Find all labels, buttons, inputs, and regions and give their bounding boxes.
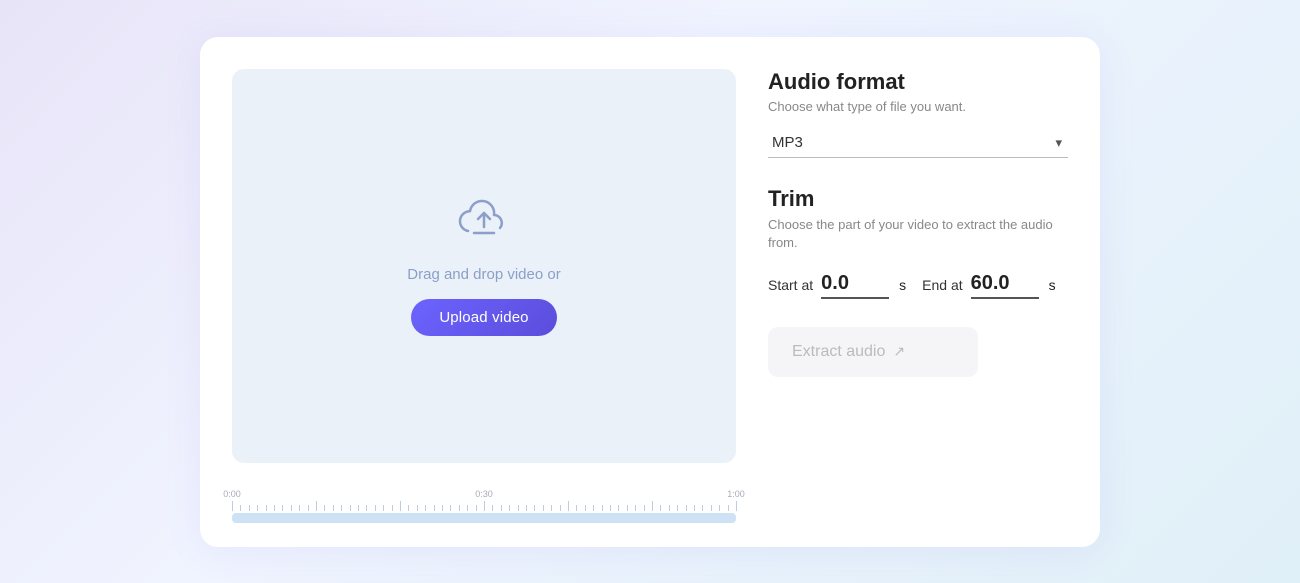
audio-format-desc: Choose what type of file you want. bbox=[768, 99, 1068, 114]
extract-audio-label: Extract audio bbox=[792, 343, 885, 361]
controls-section: Audio format Choose what type of file yo… bbox=[768, 69, 1068, 523]
start-at-group: Start at s bbox=[768, 272, 906, 299]
drag-text: Drag and drop video or bbox=[407, 266, 560, 283]
card-inner: Drag and drop video or Upload video 0:00… bbox=[232, 69, 1068, 523]
format-select[interactable]: MP3 WAV AAC OGG FLAC bbox=[768, 128, 1068, 158]
audio-format-group: Audio format Choose what type of file yo… bbox=[768, 69, 1068, 186]
start-at-input[interactable] bbox=[821, 272, 889, 299]
video-section: Drag and drop video or Upload video 0:00… bbox=[232, 69, 736, 523]
timeline-ruler: 0:000:301:00 bbox=[232, 479, 736, 511]
extract-audio-button[interactable]: Extract audio ↗ bbox=[768, 327, 978, 377]
main-card: Drag and drop video or Upload video 0:00… bbox=[200, 37, 1100, 547]
trim-row: Start at s End at s bbox=[768, 272, 1068, 299]
end-at-input[interactable] bbox=[971, 272, 1039, 299]
end-at-label: End at bbox=[922, 277, 962, 293]
trim-title: Trim bbox=[768, 186, 1068, 212]
end-unit: s bbox=[1049, 277, 1056, 293]
end-at-group: End at s bbox=[922, 272, 1055, 299]
audio-format-title: Audio format bbox=[768, 69, 1068, 95]
trim-desc: Choose the part of your video to extract… bbox=[768, 216, 1068, 252]
drop-area[interactable]: Drag and drop video or Upload video bbox=[232, 69, 736, 463]
trim-group: Trim Choose the part of your video to ex… bbox=[768, 186, 1068, 327]
format-select-wrapper: MP3 WAV AAC OGG FLAC ▾ bbox=[768, 128, 1068, 158]
arrow-icon: ↗ bbox=[893, 343, 905, 360]
upload-icon bbox=[458, 195, 510, 252]
start-unit: s bbox=[899, 277, 906, 293]
timeline-bar bbox=[232, 513, 736, 523]
start-at-label: Start at bbox=[768, 277, 813, 293]
timeline-section: 0:000:301:00 bbox=[232, 479, 736, 523]
upload-video-button[interactable]: Upload video bbox=[411, 299, 556, 336]
